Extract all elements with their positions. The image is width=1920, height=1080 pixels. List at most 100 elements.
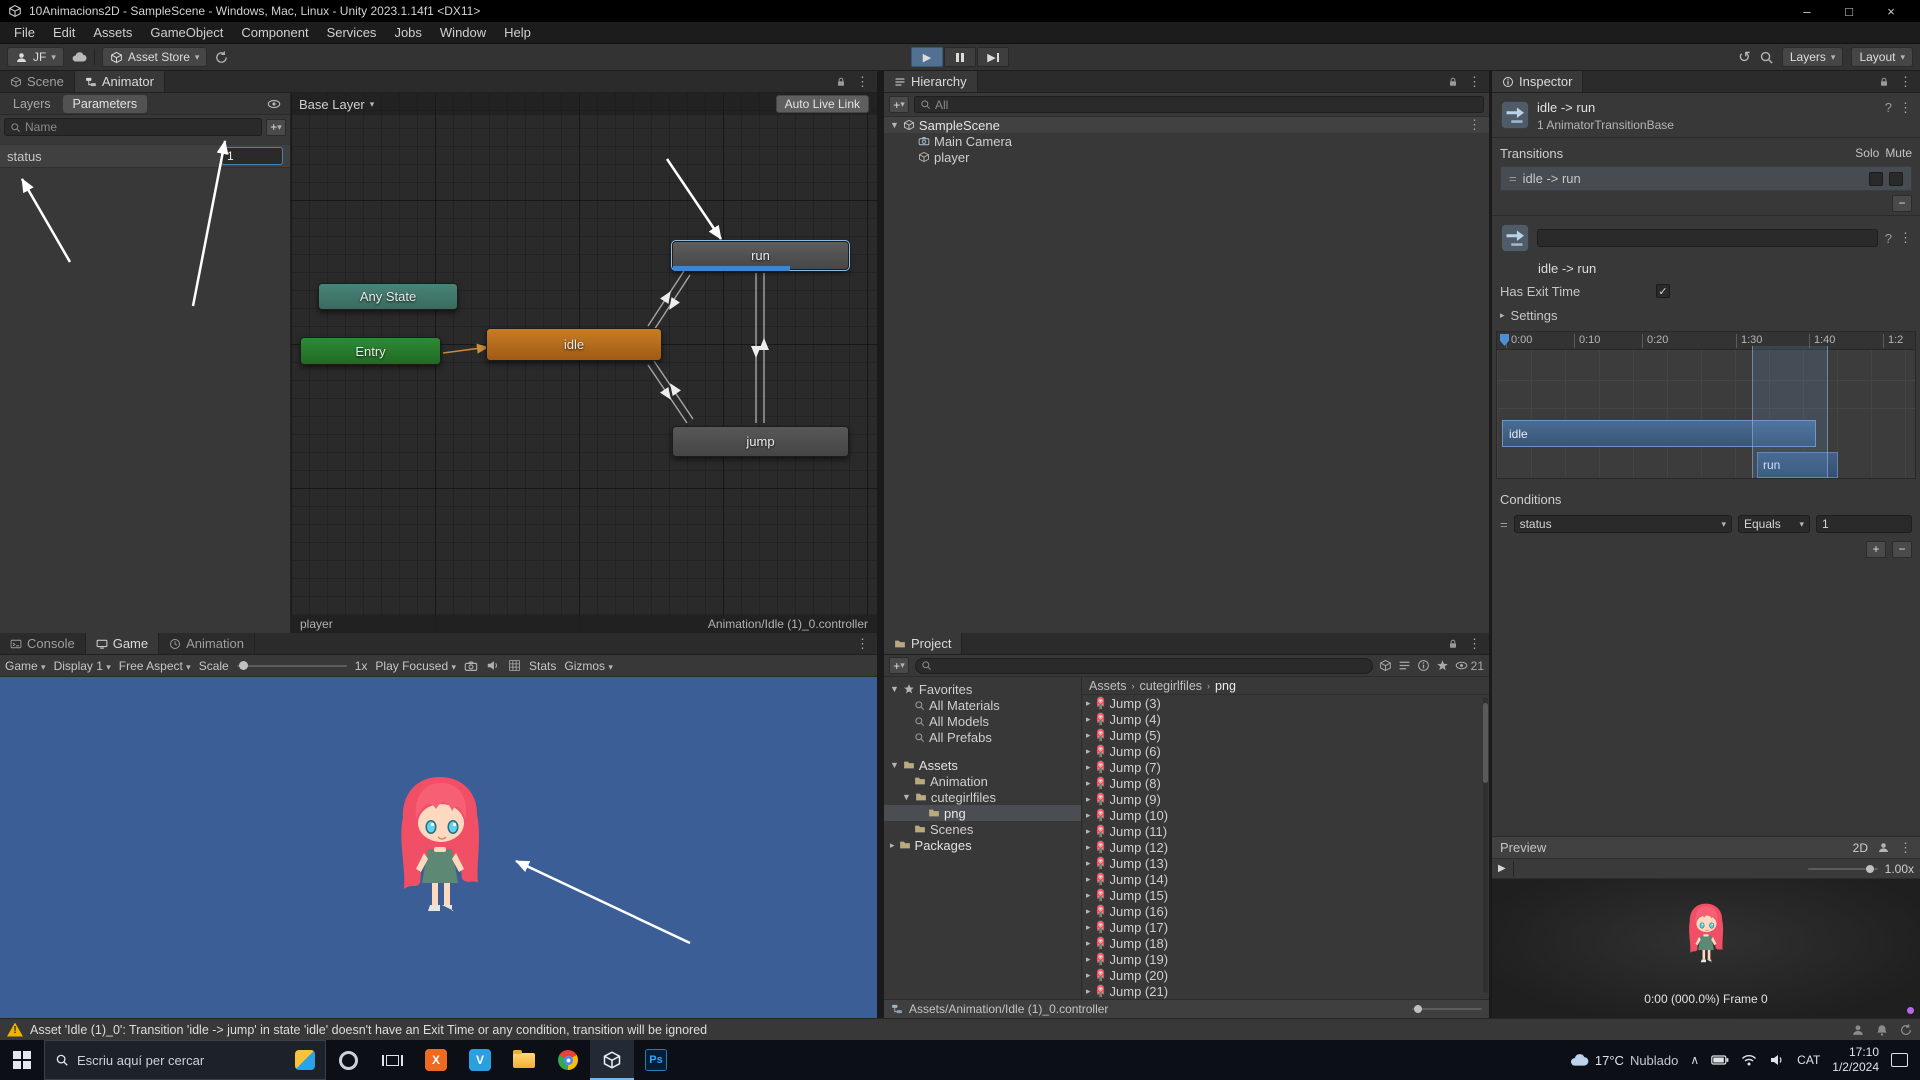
volume-icon[interactable]	[1769, 1053, 1785, 1067]
menu-jobs[interactable]: Jobs	[385, 25, 430, 40]
file-row[interactable]: ▸Jump (20)	[1082, 967, 1489, 983]
menu-services[interactable]: Services	[318, 25, 386, 40]
task-view-button[interactable]	[370, 1040, 414, 1080]
tab-inspector[interactable]: Inspector	[1492, 71, 1583, 92]
tray-expand-icon[interactable]: ∧	[1690, 1053, 1699, 1067]
scrollbar[interactable]	[1483, 697, 1488, 993]
game-viewport[interactable]	[0, 677, 877, 1018]
state-node-run[interactable]: run	[672, 241, 849, 270]
file-row[interactable]: ▸Jump (17)	[1082, 919, 1489, 935]
auto-live-link-button[interactable]: Auto Live Link	[776, 95, 869, 113]
caret-right-icon[interactable]: ▸	[1086, 906, 1091, 917]
transition-list-item[interactable]: = idle -> run	[1500, 166, 1912, 191]
taskbar-file-explorer[interactable]	[502, 1040, 546, 1080]
caret-down-icon[interactable]: ▼	[890, 760, 899, 770]
preview-speed-slider[interactable]	[1808, 868, 1878, 870]
asset-store-button[interactable]: Asset Store ▾	[102, 47, 208, 67]
mute-audio-icon[interactable]	[486, 659, 500, 672]
condition-operator-dropdown[interactable]: Equals ▾	[1738, 515, 1810, 533]
hierarchy-row-main-camera[interactable]: Main Camera	[884, 133, 1489, 149]
timeline-body[interactable]: idle run	[1497, 350, 1915, 478]
tab-parameters[interactable]: Parameters	[63, 95, 148, 113]
file-row[interactable]: ▸Jump (5)	[1082, 727, 1489, 743]
caret-right-icon[interactable]: ▸	[890, 840, 895, 851]
caret-right-icon[interactable]: ▸	[1086, 858, 1091, 869]
slider-knob[interactable]	[1414, 1005, 1422, 1013]
caret-right-icon[interactable]: ▸	[1086, 890, 1091, 901]
taskbar-app-x[interactable]: X	[414, 1040, 458, 1080]
mute-checkbox[interactable]	[1889, 172, 1903, 186]
lock-icon[interactable]	[1878, 76, 1890, 88]
metrics-icon[interactable]	[508, 659, 521, 672]
account-button[interactable]: JF ▾	[7, 47, 64, 67]
state-node-idle[interactable]: idle	[486, 328, 662, 361]
file-row[interactable]: ▸Jump (12)	[1082, 839, 1489, 855]
condition-value-input[interactable]: 1	[1816, 515, 1912, 533]
file-row[interactable]: ▸Jump (13)	[1082, 855, 1489, 871]
breadcrumb-item[interactable]: cutegirlfiles	[1140, 679, 1203, 693]
caret-right-icon[interactable]: ▸	[1086, 810, 1091, 821]
game-mode-dropdown[interactable]: Game ▾	[5, 659, 46, 673]
taskbar-search[interactable]: Escriu aquí per cercar	[44, 1040, 326, 1080]
info-icon[interactable]	[1417, 659, 1430, 672]
maximize-button[interactable]: □	[1828, 4, 1870, 19]
layout-icon[interactable]	[1398, 659, 1411, 672]
caret-right-icon[interactable]: ▸	[1086, 938, 1091, 949]
breadcrumb[interactable]: Base Layer	[299, 97, 365, 112]
tree-assets[interactable]: ▼ Assets	[884, 757, 1081, 773]
lock-icon[interactable]	[1447, 638, 1459, 650]
tree-all-prefabs[interactable]: All Prefabs	[884, 729, 1081, 745]
tree-png-folder[interactable]: png	[884, 805, 1081, 821]
tree-favorites[interactable]: ▼ Favorites	[884, 681, 1081, 697]
kebab-menu-icon[interactable]: ⋮	[1899, 230, 1912, 246]
layers-dropdown[interactable]: Layers ▾	[1782, 47, 1844, 67]
breadcrumb-item[interactable]: png	[1215, 679, 1236, 693]
aspect-dropdown[interactable]: Free Aspect ▾	[119, 659, 191, 673]
add-condition-button[interactable]: +	[1866, 541, 1886, 558]
preview-viewport[interactable]: 0:00 (000.0%) Frame 0	[1492, 879, 1920, 1018]
caret-right-icon[interactable]: ▸	[1086, 762, 1091, 773]
preview-play-button[interactable]: ▶	[1498, 863, 1506, 874]
kebab-menu-icon[interactable]: ⋮	[856, 74, 869, 90]
close-button[interactable]: ×	[1870, 4, 1912, 19]
help-icon[interactable]: ?	[1885, 231, 1892, 246]
menu-help[interactable]: Help	[495, 25, 540, 40]
state-node-any-state[interactable]: Any State	[318, 283, 458, 310]
menu-file[interactable]: File	[5, 25, 44, 40]
menu-edit[interactable]: Edit	[44, 25, 84, 40]
tab-game[interactable]: Game	[86, 633, 159, 654]
lock-icon[interactable]	[1447, 76, 1459, 88]
tree-scenes-folder[interactable]: Scenes	[884, 821, 1081, 837]
search-icon[interactable]	[1759, 50, 1774, 65]
tab-animation[interactable]: Animation	[159, 633, 255, 654]
caret-right-icon[interactable]: ▸	[1086, 714, 1091, 725]
caret-right-icon[interactable]: ▸	[1086, 778, 1091, 789]
remove-condition-button[interactable]: −	[1892, 541, 1912, 558]
gizmos-dropdown[interactable]: Gizmos ▾	[564, 659, 613, 673]
condition-parameter-dropdown[interactable]: status ▾	[1514, 515, 1732, 533]
tree-cutegirlfiles-folder[interactable]: ▼ cutegirlfiles	[884, 789, 1081, 805]
timeline-ruler[interactable]: 0:00 0:10 0:20 1:30 1:40 1:2	[1497, 332, 1915, 350]
cloud-icon[interactable]	[71, 49, 87, 65]
remove-transition-button[interactable]: −	[1892, 195, 1912, 212]
wifi-icon[interactable]	[1741, 1054, 1757, 1066]
preview-2d-toggle[interactable]: 2D	[1853, 841, 1868, 855]
caret-right-icon[interactable]: ▸	[1086, 826, 1091, 837]
eye-icon[interactable]	[267, 97, 281, 111]
hierarchy-row-scene[interactable]: ▼ SampleScene ⋮	[884, 117, 1489, 133]
status-bar[interactable]: ! Asset 'Idle (1)_0': Transition 'idle -…	[0, 1018, 1920, 1040]
menu-assets[interactable]: Assets	[84, 25, 141, 40]
file-row[interactable]: ▸Jump (10)	[1082, 807, 1489, 823]
menu-window[interactable]: Window	[431, 25, 495, 40]
caret-right-icon[interactable]: ▸	[1086, 986, 1091, 997]
file-row[interactable]: ▸Jump (9)	[1082, 791, 1489, 807]
taskbar-app-vscode[interactable]: V	[458, 1040, 502, 1080]
menu-gameobject[interactable]: GameObject	[141, 25, 232, 40]
slider-knob[interactable]	[1866, 865, 1874, 873]
tree-animation-folder[interactable]: Animation	[884, 773, 1081, 789]
file-row[interactable]: ▸Jump (16)	[1082, 903, 1489, 919]
screenshot-icon[interactable]	[464, 659, 478, 673]
layout-dropdown[interactable]: Layout ▾	[1851, 47, 1913, 67]
file-row[interactable]: ▸Jump (8)	[1082, 775, 1489, 791]
start-button[interactable]	[0, 1040, 44, 1080]
